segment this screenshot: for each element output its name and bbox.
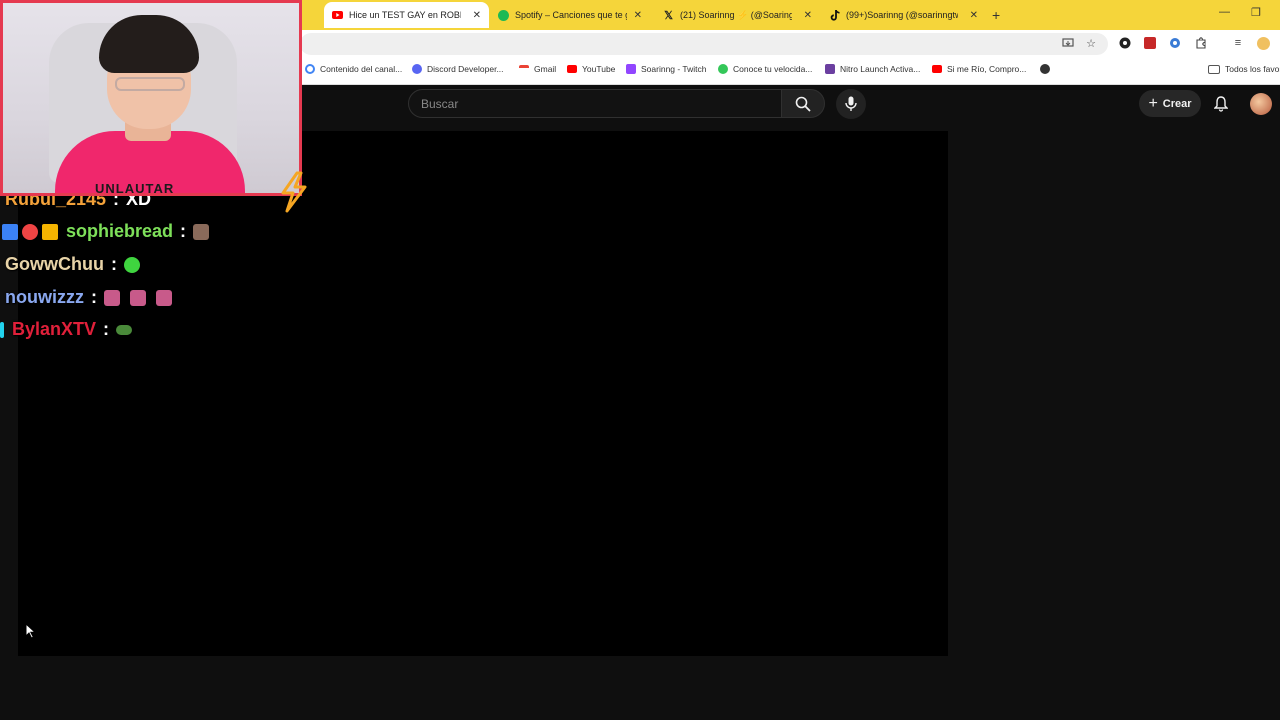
bookmark-item[interactable]: YouTube [567,64,615,74]
search-input[interactable] [419,96,763,112]
google-icon [305,64,315,74]
shirt-print: UNLAUTAR [95,181,175,196]
new-tab-button[interactable]: + [992,7,1000,23]
bookmark-item[interactable]: Discord Developer... [412,64,504,74]
speedtest-icon [718,64,728,74]
bookmark-item[interactable]: Soarinng - Twitch [626,64,707,74]
tab-spotify[interactable]: Spotify – Canciones que te gust ✕ [490,2,650,28]
chat-separator: : [110,254,117,274]
tab-title: (21) Soarinng ⚡ (@Soaringch [680,9,792,20]
search-icon [795,96,811,112]
bookmark-label: Soarinng - Twitch [641,64,707,74]
youtube-icon [567,65,577,73]
create-button[interactable]: + Crear [1139,90,1201,117]
chat-username: BylanXTV [12,319,97,339]
folder-icon [1208,64,1220,74]
lightning-bolt-icon [281,171,307,213]
chat-message: sophiebread : [2,221,210,242]
profile-avatar-icon[interactable] [1256,36,1270,50]
tab-title: Spotify – Canciones que te gust [515,10,627,20]
microphone-icon [845,96,857,111]
install-app-icon[interactable] [1061,36,1075,50]
chat-message: nouwizzz : [5,287,172,308]
bookmark-label: YouTube [582,64,616,74]
search-box [408,89,782,118]
discord-icon [412,64,422,74]
mouse-cursor-icon [25,623,37,639]
spotify-icon [498,9,509,21]
bookmark-item[interactable] [1040,64,1055,74]
notifications-button[interactable] [1211,94,1231,114]
twitch-icon [626,64,636,74]
chat-separator: : [103,319,110,339]
bookmark-label: Si me Río, Compro... [947,64,1027,74]
bookmark-item[interactable]: Conoce tu velocida... [718,64,812,74]
close-icon[interactable]: ✕ [970,10,978,21]
extension-icon[interactable] [1118,36,1132,50]
bookmark-star-icon[interactable]: ☆ [1084,36,1098,50]
close-icon[interactable]: ✕ [634,10,642,21]
restore-icon[interactable]: ❐ [1251,6,1261,19]
tiktok-icon [829,9,840,21]
bookmark-label: Gmail [534,64,557,74]
close-icon[interactable]: ✕ [473,10,481,21]
nitro-icon [825,64,835,74]
address-bar[interactable] [300,33,1108,55]
bookmark-item[interactable]: Contenido del canal... [305,64,402,74]
bookmarks-folder[interactable]: Todos los favor [1208,64,1280,74]
emote-icon [130,289,146,306]
youtube-icon [332,10,343,21]
plus-icon: + [1148,94,1158,112]
tab-title: Hice un TEST GAY en ROBLOX - [349,10,461,20]
bookmark-label: Discord Developer... [427,64,504,74]
extension-icon[interactable] [1143,36,1157,50]
chat-message: BylanXTV : [0,319,133,340]
crown-badge-icon [42,223,58,240]
emote-icon [123,256,140,273]
badge-icon [2,223,18,240]
account-avatar[interactable] [1250,93,1272,115]
badge-icon [22,223,38,240]
webcam-overlay: UNLAUTAR [0,0,302,196]
tab-youtube-video[interactable]: Hice un TEST GAY en ROBLOX - ✕ [324,2,489,28]
youtube-icon [932,65,942,73]
gmail-icon [519,64,529,74]
bookmark-item[interactable]: Nitro Launch Activa... [825,64,920,74]
bookmark-label: Nitro Launch Activa... [840,64,921,74]
search-button[interactable] [781,89,825,118]
chat-separator: : [91,287,97,307]
create-label: Crear [1162,97,1192,110]
badge-icon [0,321,4,338]
bookmark-label: Contenido del canal... [320,64,403,74]
globe-icon [1040,64,1050,74]
bookmark-label: Conoce tu velocida... [733,64,813,74]
media-control-icon[interactable]: ≡ [1231,36,1245,50]
bell-icon [1214,96,1228,112]
voice-search-button[interactable] [836,89,866,119]
tab-tiktok[interactable]: (99+)Soarinng (@soarinngtwitc ✕ [821,2,986,28]
extension-icon[interactable] [1168,36,1182,50]
chat-username: nouwizzz [5,287,84,307]
video-player[interactable] [18,131,948,656]
bookmark-item[interactable]: Gmail [519,64,556,74]
bookmark-item[interactable]: Si me Río, Compro... [932,64,1026,74]
bookmark-label: Todos los favor [1225,64,1280,74]
chat-separator: : [180,221,187,241]
puzzle-icon[interactable] [1194,36,1208,50]
close-icon[interactable]: ✕ [804,10,812,21]
emote-icon [116,324,133,335]
chat-username: GowwChuu [5,254,104,274]
webcam-person-glasses [115,77,185,91]
chat-username: sophiebread [66,221,174,241]
tab-x-profile[interactable]: 𝕏 (21) Soarinng ⚡ (@Soaringch ✕ [655,2,820,28]
x-icon: 𝕏 [664,9,673,22]
tab-title: (99+)Soarinng (@soarinngtwitc [846,10,958,20]
chat-message: GowwChuu : [5,254,140,275]
minimize-icon[interactable]: — [1219,6,1230,18]
emote-icon [193,223,210,240]
emote-icon [104,289,120,306]
emote-icon [156,289,172,306]
